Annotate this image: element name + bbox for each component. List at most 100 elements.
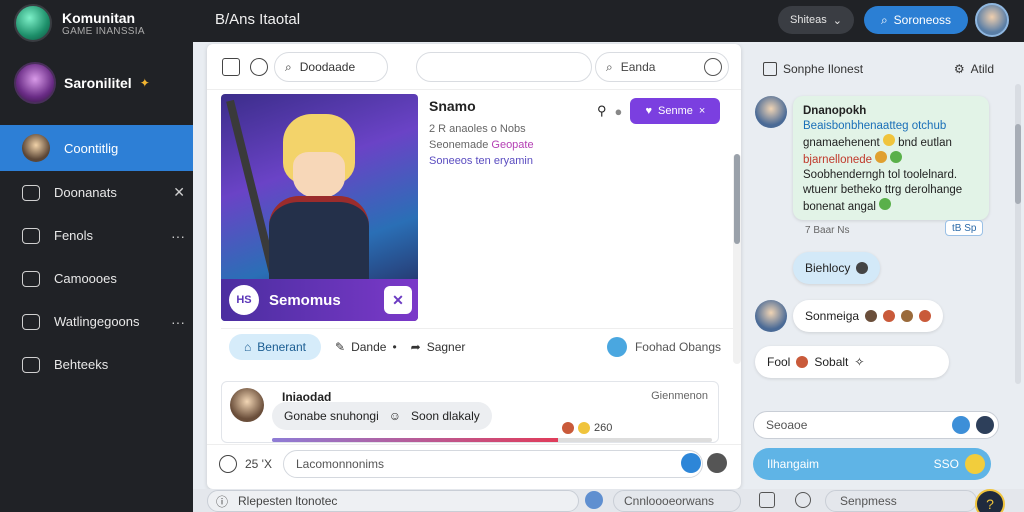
emoji-icon [883,310,896,322]
comment-button-label: Dande [351,339,387,354]
sidebar-item-5[interactable]: Behteeks [0,343,193,386]
secondary-search-input[interactable]: ⌕ Eanda [595,52,729,82]
forward-button[interactable]: Foohad Obangs [606,336,721,357]
heart-icon: ♥ [645,105,652,117]
emoji-icon[interactable] [965,454,985,474]
brand[interactable]: Komunitan GAME INANSSIA [14,4,145,42]
follow-button[interactable]: ♥ Senme × [630,98,721,124]
post-tag[interactable]: Geopate [491,139,533,151]
bottom-bar: ⓘ Rlepesten ltonotec Cnnloooeorwans Senp… [193,489,1024,512]
comment-button[interactable]: ✎ Dande • [335,340,397,354]
edit-icon[interactable] [222,58,240,76]
post-title: Snamo [429,98,476,114]
avatar[interactable] [755,300,787,332]
chat-message-text: Biehlocy [805,261,851,275]
home-icon: ⌂ [244,339,252,354]
chat-chip[interactable]: tB Sp [945,220,984,236]
sidebar-item-1[interactable]: Doonanats ✕ [0,171,193,214]
user-profile[interactable]: Saronilitel ✦ [14,62,150,104]
send-icon[interactable] [681,453,701,473]
close-icon[interactable]: ✕ [173,184,185,201]
comment-card: Iniaodad Gonabe snuhongi ☺ Soon dlakaly … [221,381,719,443]
crossed-swords-icon: ✕ [384,286,412,314]
bottom-input[interactable]: ⓘ Rlepesten ltonotec [207,490,579,512]
scrollbar-thumb[interactable] [734,154,740,244]
chat-message-author: Dnanopokh [803,105,867,117]
chat-scrollbar[interactable] [1015,84,1021,384]
avatar[interactable] [755,96,787,128]
bottom-input-3[interactable]: Senpmess [825,490,977,512]
avatar[interactable] [975,3,1009,37]
info-icon[interactable]: ● [615,104,623,119]
search-input[interactable]: ⌕ Doodaade [274,52,388,82]
home-button[interactable]: ⌂ Benerant [229,333,321,360]
profile-name: Saronilitel [64,75,132,91]
refresh-icon[interactable] [704,58,722,76]
more-icon[interactable]: ··· [171,314,185,330]
emoji-icon[interactable] [219,455,237,473]
sidebar-item-label: Coontitlig [64,140,119,156]
mic-icon[interactable] [707,453,727,473]
sidebar-item-3[interactable]: Camoooes [0,257,193,300]
sidebar-item-label: Camoooes [54,271,117,286]
search-button[interactable]: ⌕ Soroneoss [864,6,968,34]
post-link[interactable]: Soneeos ten eryamin [429,155,534,167]
brand-title: Komunitan [62,9,136,26]
image-icon[interactable] [795,492,811,508]
sidebar-item-0[interactable]: Coontitlig [0,125,193,171]
settings-icon [22,356,40,373]
add-user-icon[interactable] [250,58,268,76]
scrollbar[interactable] [733,154,741,364]
chat-input[interactable]: Seoaoe [753,411,999,439]
comment-progress-fill [272,438,558,442]
chat-message-text: Sobalt [814,355,849,369]
emoji-icon [856,262,869,274]
checkbox-icon [763,62,777,76]
settings-icon: ⚙ [953,62,965,76]
share-button-label: Sagner [426,339,466,354]
post-image[interactable]: HS Semomus ✕ [221,94,418,321]
avatar [14,62,56,104]
chat-scrollbar-thumb[interactable] [1015,124,1021,204]
share-button[interactable]: ➦ Sagner [411,340,466,354]
chat-message-line: gnamaehenent [803,137,880,149]
link-icon[interactable] [585,491,603,509]
sidebar-item-2[interactable]: Fenols ··· [0,214,193,257]
reply-count: 25 'X [245,457,272,471]
brand-subtitle: GAME INANSSIA [62,25,145,37]
more-icon[interactable]: ··· [171,228,185,244]
bottom-input-2[interactable]: Cnnloooeorwans [613,490,741,512]
reply-input[interactable]: Lacomonnonims [283,450,703,478]
avatar[interactable] [230,388,264,422]
share-icon: ➦ [410,339,421,354]
comment-text-2: Soon dlakaly [411,409,480,423]
pen-icon[interactable] [952,416,970,434]
chat-header-left-label: Sonphe Ilonest [783,62,864,76]
post-actions: ⚲ ● ♥ Senme × [597,98,721,124]
sidebar-item-4[interactable]: Watlingegoons ··· [0,300,193,343]
emoji-icon [865,310,878,322]
add-icon[interactable] [976,416,994,434]
search-button-label: Soroneoss [893,13,952,27]
post-tags: Seonemade Geopate [429,139,534,151]
home-button-label: Benerant [257,339,306,354]
chat-message-prefix: Fool [767,355,791,369]
star-icon: ✦ [139,76,150,90]
avatar-icon [22,134,50,162]
filter-select[interactable]: Shiteas ⌄ [778,6,854,34]
chat-message-line: wtuenr betheko ttrg derolhange [803,184,963,196]
text-input[interactable] [416,52,592,82]
comment-icon: ✎ [335,339,346,354]
comment-stats: 260 [562,422,612,434]
character-face [293,152,345,198]
chat-header-right[interactable]: ⚙ Atild [954,62,994,76]
chat-panel: Sonphe Ilonest ⚙ Atild Dnanopokh Beaisbo… [745,44,1024,489]
emoji-icon [875,151,888,163]
chat-message-line: bnd eutlan [898,137,952,149]
grid-icon[interactable] [759,492,775,508]
chat-send-bar[interactable]: Ilhangaim SSO [753,448,991,480]
chat-header-left[interactable]: Sonphe Ilonest [763,62,863,76]
chat-header-right-label: Atild [970,62,994,76]
pin-icon[interactable]: ⚲ [597,103,607,119]
help-icon[interactable]: ? [975,489,1005,512]
